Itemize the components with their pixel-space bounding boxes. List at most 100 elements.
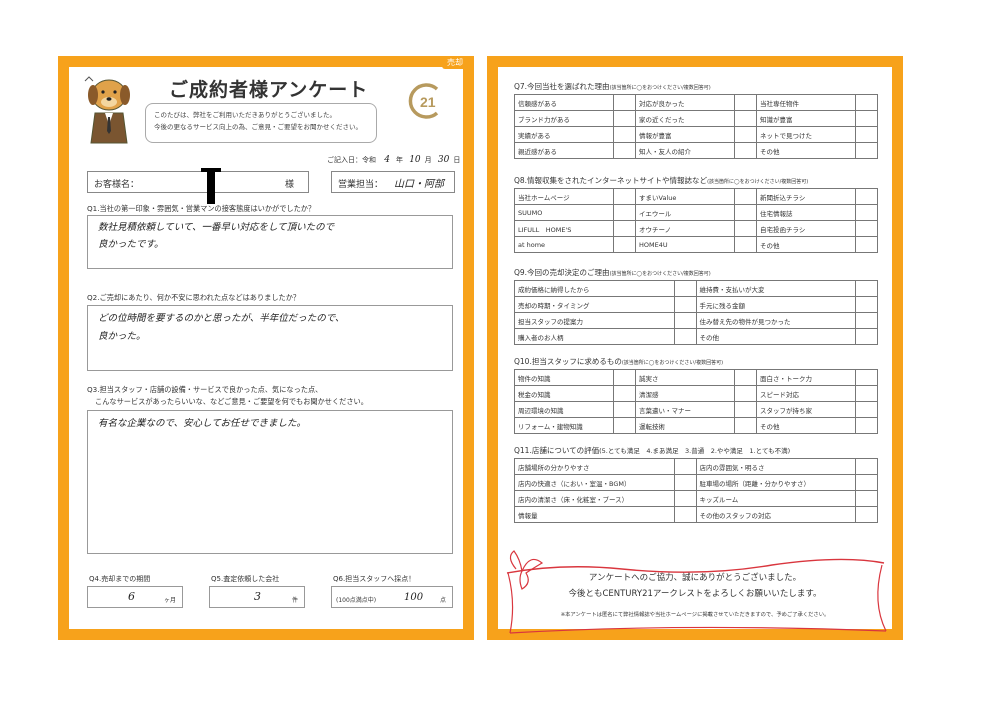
option-checkbox[interactable]	[734, 142, 757, 159]
option-checkbox[interactable]	[855, 236, 878, 253]
date-month: 10	[409, 155, 421, 165]
q4-answer-box: 6 ヶ月	[87, 586, 183, 608]
q2-answer-line-2: 良かった。	[98, 331, 146, 342]
option-checkbox[interactable]	[855, 490, 878, 507]
q5-value: 3	[254, 590, 261, 603]
option-label: 住み替え先の物件が見つかった	[695, 312, 856, 329]
option-checkbox[interactable]	[673, 458, 697, 475]
option-checkbox[interactable]	[855, 296, 878, 313]
option-checkbox[interactable]	[855, 312, 878, 329]
q11-table: 店舗場所の分かりやすさ 店内の雰囲気・明るさ 店内の快適さ（におい・室温・BGM） 駐…	[514, 458, 878, 523]
option-checkbox[interactable]	[613, 110, 636, 127]
option-checkbox[interactable]	[734, 236, 757, 253]
option-label: 家の近くだった	[635, 110, 735, 127]
option-checkbox[interactable]	[855, 204, 878, 221]
option-checkbox[interactable]	[613, 142, 636, 159]
q7-table: 信頼感がある 対応が良かった 当社専任物件 ブランド力がある 家の近くだった 知識が豊富実…	[514, 94, 878, 159]
q5-unit: 件	[291, 597, 298, 604]
option-checkbox[interactable]	[855, 142, 878, 159]
option-checkbox[interactable]	[673, 490, 697, 507]
option-checkbox[interactable]	[613, 369, 636, 386]
option-checkbox[interactable]	[613, 236, 636, 253]
option-checkbox[interactable]	[734, 126, 757, 143]
left-page-body: ご成約者様アンケート このたびは、弊社をご利用いただきありがとうございました。 …	[69, 67, 463, 629]
option-row: 実績がある 情報が豊富 ネットで見つけた	[514, 126, 878, 143]
option-checkbox[interactable]	[673, 280, 697, 297]
option-label: 成約価格に納得したから	[514, 280, 675, 297]
sales-staff-field: 営業担当： 山口・阿部	[331, 171, 455, 193]
redaction-mark	[201, 168, 221, 204]
option-checkbox[interactable]	[855, 328, 878, 345]
option-label: その他	[756, 236, 856, 253]
q10-title: Q10.担当スタッフに求めるもの(該当箇所に◯をおつけください/複数回答可)	[514, 357, 724, 366]
option-checkbox[interactable]	[855, 110, 878, 127]
option-label: 知人・友人の紹介	[635, 142, 735, 159]
option-checkbox[interactable]	[613, 220, 636, 237]
option-label: 清潔感	[635, 385, 735, 402]
option-checkbox[interactable]	[613, 188, 636, 205]
option-checkbox[interactable]	[855, 188, 878, 205]
option-checkbox[interactable]	[673, 296, 697, 313]
q8-table: 当社ホームページ すまいValue 新聞折込チラシ SUUMO イエウール 住宅情報誌 LI…	[514, 188, 878, 253]
option-checkbox[interactable]	[855, 94, 878, 111]
option-checkbox[interactable]	[673, 474, 697, 491]
option-checkbox[interactable]	[734, 94, 757, 111]
option-label: 親近感がある	[514, 142, 614, 159]
option-checkbox[interactable]	[673, 312, 697, 329]
option-checkbox[interactable]	[613, 204, 636, 221]
option-checkbox[interactable]	[855, 417, 878, 434]
option-label: 担当スタッフの提案力	[514, 312, 675, 329]
option-label: 面白さ・トーク力	[756, 369, 856, 386]
option-checkbox[interactable]	[613, 401, 636, 418]
q4-value: 6	[128, 590, 135, 603]
q10-table: 物件の知識 誠実さ 面白さ・トーク力 税金の知識 清潔感 スピード対応 周辺環境の知識 言葉遣…	[514, 369, 878, 434]
option-checkbox[interactable]	[855, 458, 878, 475]
option-label: リフォーム・建物知識	[514, 417, 614, 434]
option-label: 運転技術	[635, 417, 735, 434]
q6-unit: 点	[439, 597, 446, 604]
option-label: ブランド力がある	[514, 110, 614, 127]
option-label: 売却の時期・タイミング	[514, 296, 675, 313]
q6-question: Q6.担当スタッフへ採点！	[333, 575, 416, 583]
customer-name-suffix: 様	[284, 180, 294, 190]
option-label: HOME4U	[635, 236, 735, 253]
option-checkbox[interactable]	[613, 94, 636, 111]
option-checkbox[interactable]	[734, 369, 757, 386]
option-checkbox[interactable]	[673, 328, 697, 345]
sale-tag: 売却	[442, 56, 468, 69]
option-checkbox[interactable]	[734, 110, 757, 127]
customer-name-field: お客様名： 様	[87, 171, 309, 193]
option-checkbox[interactable]	[855, 126, 878, 143]
option-checkbox[interactable]	[734, 220, 757, 237]
q8-title: Q8.情報収集をされたインターネットサイトや情報誌など(該当箇所に◯をおつけくだ…	[514, 176, 809, 185]
option-label: 物件の知識	[514, 369, 614, 386]
option-checkbox[interactable]	[855, 220, 878, 237]
option-checkbox[interactable]	[734, 188, 757, 205]
option-checkbox[interactable]	[613, 126, 636, 143]
option-checkbox[interactable]	[855, 506, 878, 523]
thanks-note: ※本アンケートは匿名にて弊社情報誌や当社ホームページに掲載させていただきますので…	[560, 612, 830, 618]
option-label: キッズルーム	[695, 490, 856, 507]
option-row: 信頼感がある 対応が良かった 当社専任物件	[514, 94, 878, 111]
option-label: 当社専任物件	[756, 94, 856, 111]
option-label: ネットで見つけた	[756, 126, 856, 143]
option-checkbox[interactable]	[613, 417, 636, 434]
q9-title: Q9.今回の売却決定のご理由(該当箇所に◯をおつけください/複数回答可)	[514, 268, 711, 277]
option-row: 店舗場所の分かりやすさ 店内の雰囲気・明るさ	[514, 458, 878, 475]
option-checkbox[interactable]	[613, 385, 636, 402]
option-checkbox[interactable]	[734, 385, 757, 402]
option-checkbox[interactable]	[855, 474, 878, 491]
option-row: LIFULL HOME'S オウチーノ 自宅投函チラシ	[514, 220, 878, 237]
option-checkbox[interactable]	[855, 401, 878, 418]
option-checkbox[interactable]	[734, 417, 757, 434]
svg-text:21: 21	[420, 94, 436, 110]
option-checkbox[interactable]	[734, 401, 757, 418]
option-checkbox[interactable]	[855, 280, 878, 297]
option-checkbox[interactable]	[855, 369, 878, 386]
right-page-body: Q7.今回当社を選ばれた理由(該当箇所に◯をおつけください/複数回答可) 信頼感…	[498, 67, 892, 634]
option-checkbox[interactable]	[734, 204, 757, 221]
option-checkbox[interactable]	[855, 385, 878, 402]
option-checkbox[interactable]	[673, 506, 697, 523]
q1-answer-line-2: 良かったです。	[98, 239, 164, 250]
option-label: 手元に残る金額	[695, 296, 856, 313]
